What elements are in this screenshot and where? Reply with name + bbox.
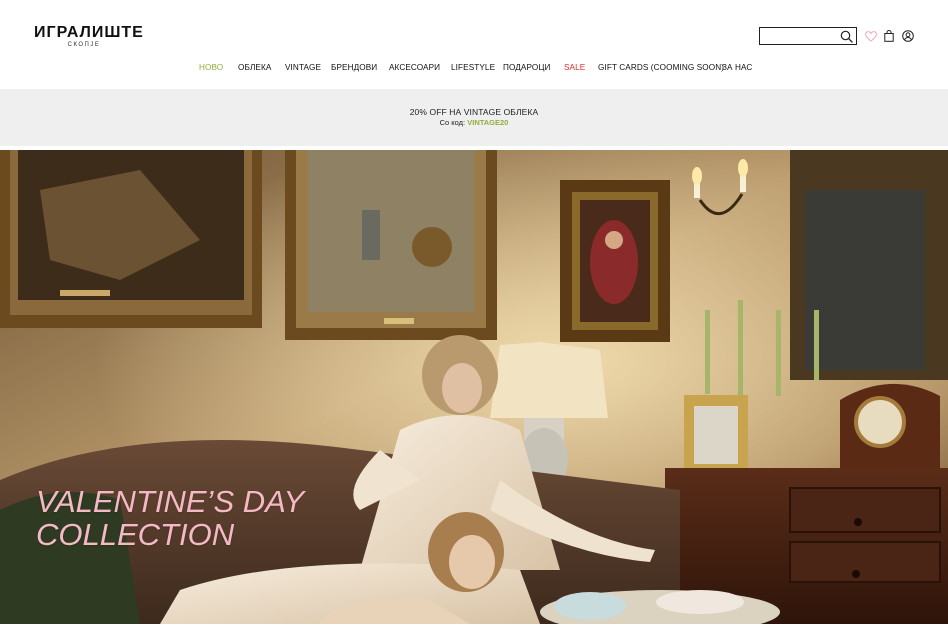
nav-item-brendovi[interactable]: БРЕНДОВИ [331,63,377,72]
nav-item-vintage[interactable]: VINTAGE [285,63,321,72]
site-header: ИГРАЛИШТЕ СКОПЈЕ НОВО ОБЛЕКА VINTAGE БРЕ… [0,0,948,88]
nav-item-lifestyle[interactable]: LIFESTYLE [451,63,495,72]
nav-item-novo[interactable]: НОВО [199,63,223,72]
hero-banner[interactable]: VALENTINE’S DAY COLLECTION [0,150,948,624]
brand-subtitle: СКОПЈЕ [67,42,101,48]
user-icon[interactable] [902,30,914,42]
hero-title: VALENTINE’S DAY COLLECTION [36,485,304,551]
promo-code-prefix: Со код: [439,118,466,127]
nav-item-obleka[interactable]: ОБЛЕКА [238,63,271,72]
nav-item-aksesoari[interactable]: АКСЕСОАРИ [389,63,440,72]
hero-title-line2: COLLECTION [36,517,235,552]
brand-logo[interactable]: ИГРАЛИШТЕ СКОПЈЕ [34,24,144,48]
nav-item-za-nas[interactable]: ЗА НАС [722,63,752,72]
hero-title-line1: VALENTINE’S DAY [36,484,305,519]
nav-item-podaroci[interactable]: ПОДАРОЦИ [503,63,550,72]
search-box[interactable] [759,27,857,45]
promo-code: VINTAGE20 [467,118,509,127]
search-input[interactable] [763,29,841,43]
main-nav: НОВО ОБЛЕКА VINTAGE БРЕНДОВИ АКСЕСОАРИ L… [0,63,948,75]
search-icon[interactable] [840,30,853,43]
promo-headline: 20% OFF НА VINTAGE ОБЛЕКА [409,107,539,117]
brand-name: ИГРАЛИШТЕ [34,24,144,41]
hero-image [0,150,948,624]
promo-banner[interactable]: 20% OFF НА VINTAGE ОБЛЕКА Со код: VINTAG… [0,89,948,146]
shopping-bag-icon[interactable] [884,30,894,42]
promo-code-line: Со код: VINTAGE20 [0,118,948,127]
heart-icon[interactable] [865,31,877,42]
nav-item-gift-cards[interactable]: GIFT CARDS (COOMING SOON) [598,63,724,72]
nav-item-sale[interactable]: SALE [564,63,585,72]
